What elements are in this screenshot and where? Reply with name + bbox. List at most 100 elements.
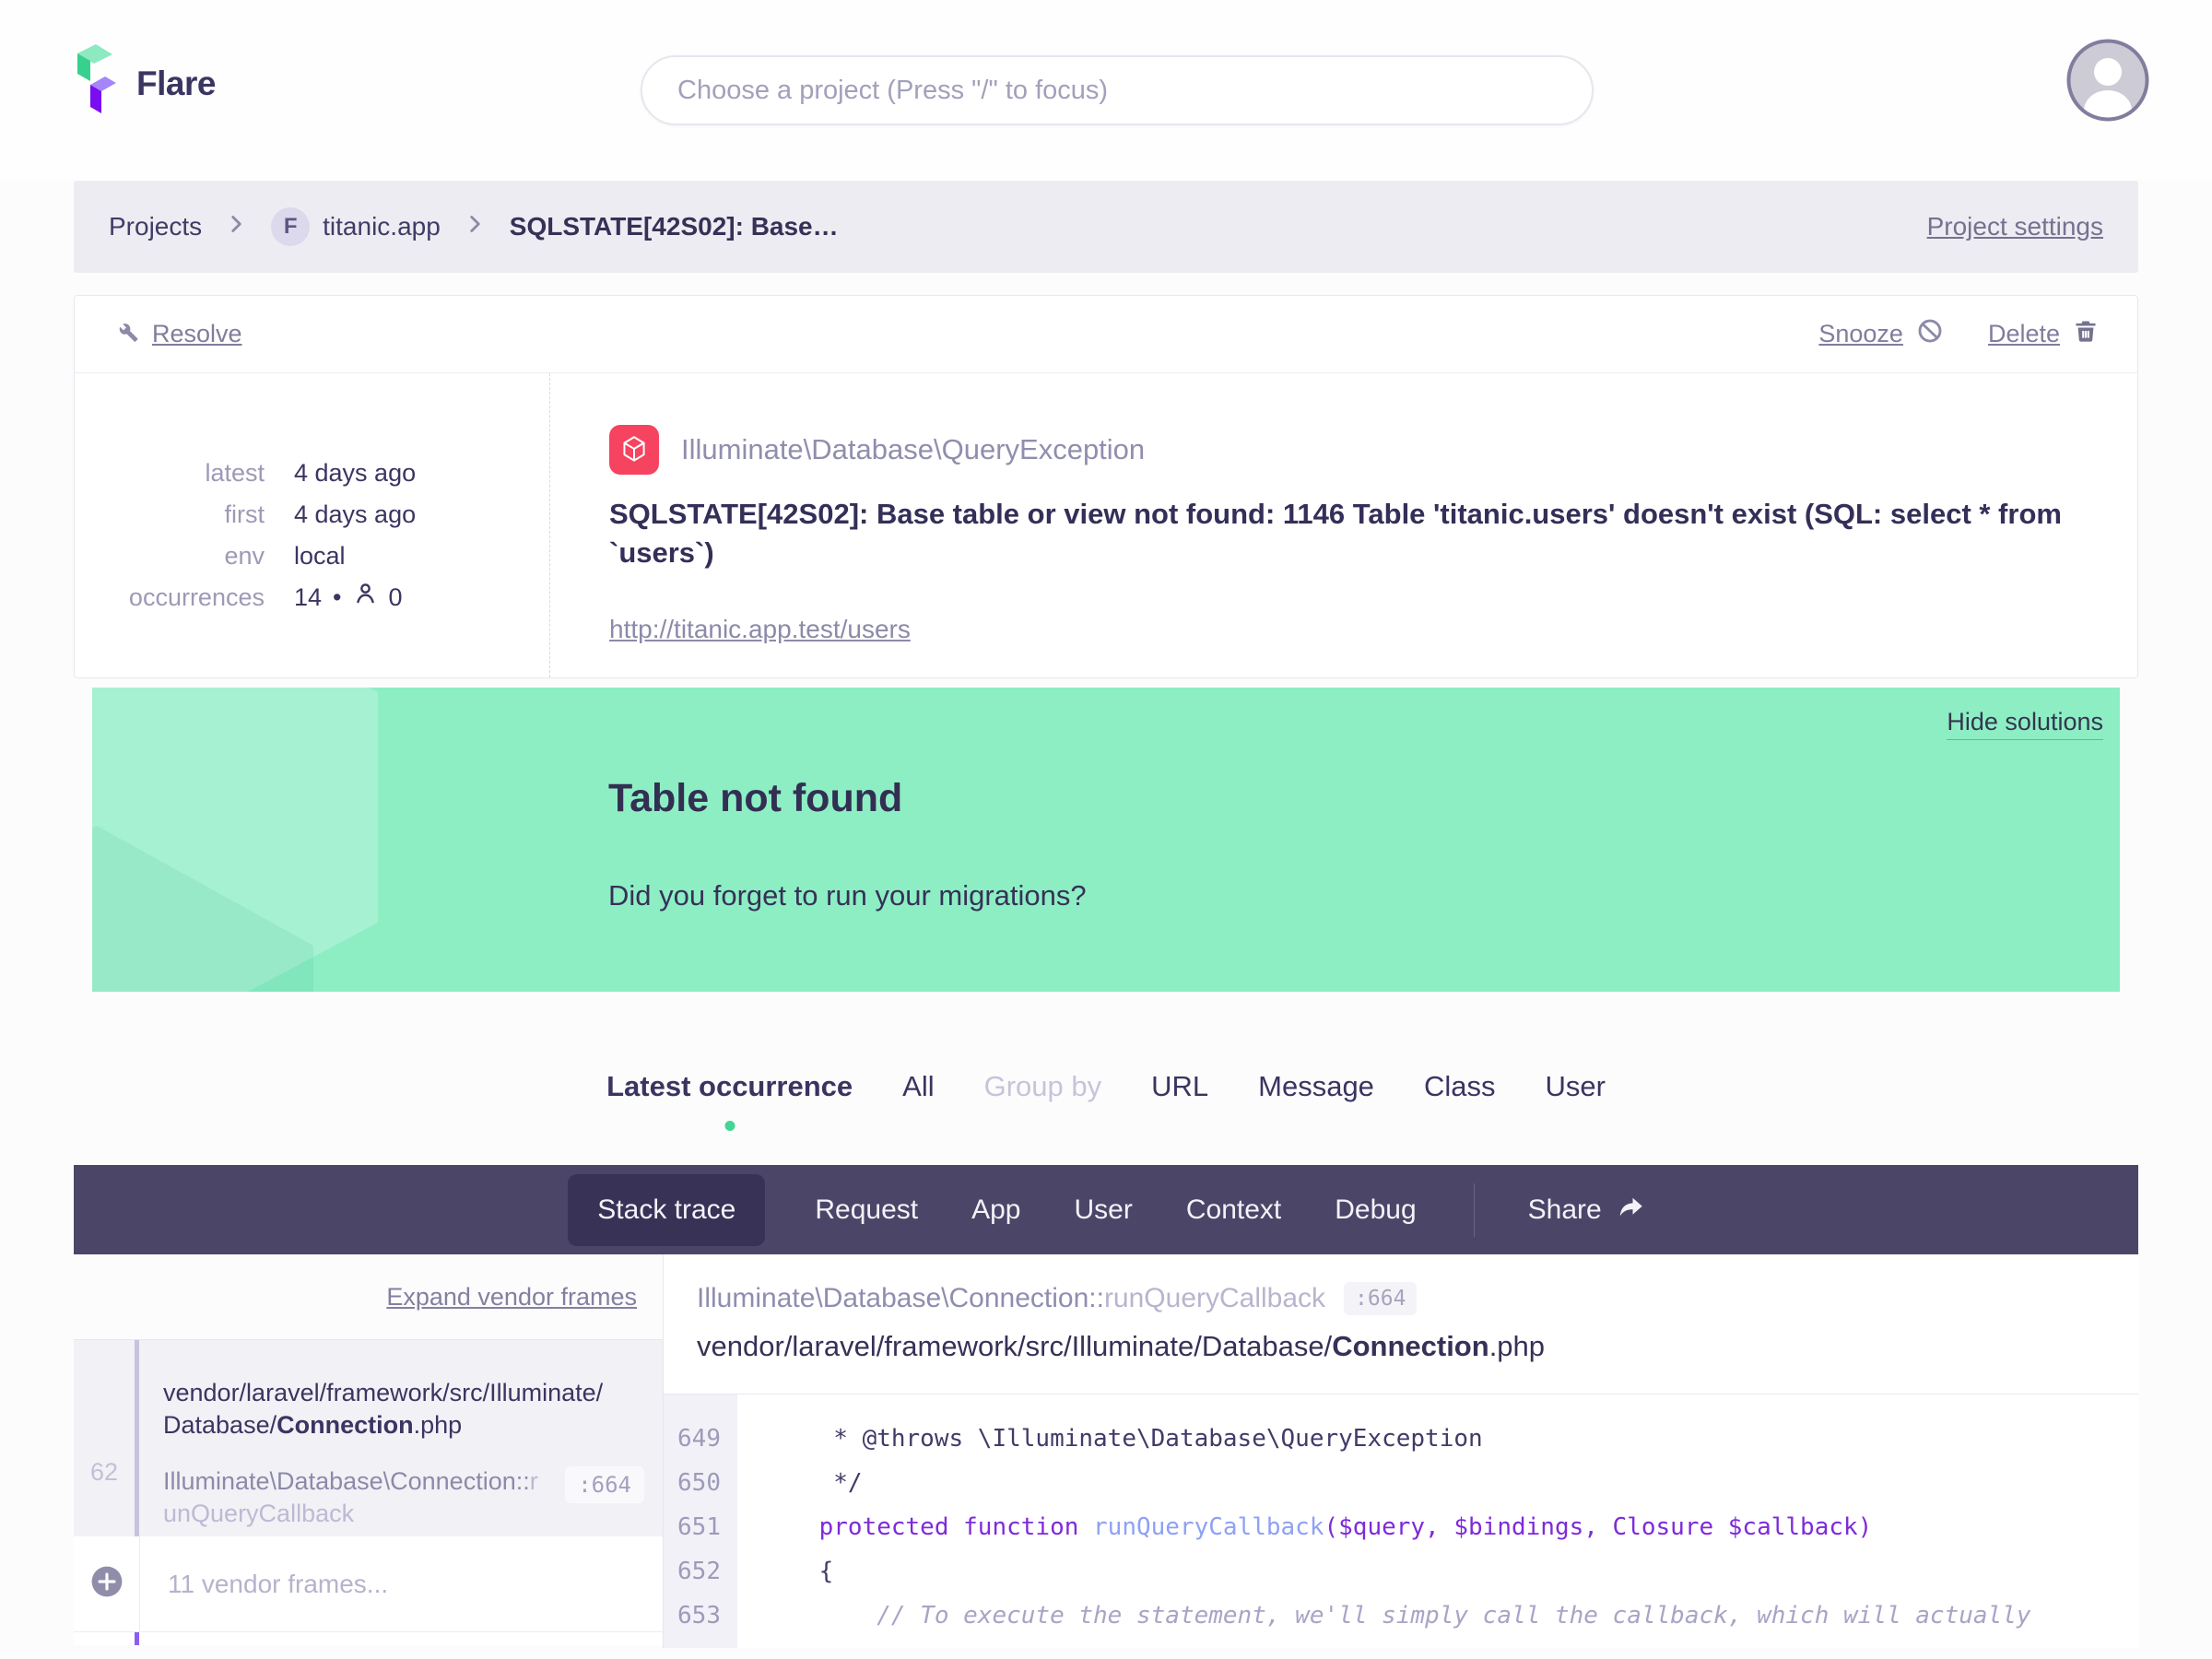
share-label: Share	[1527, 1194, 1602, 1225]
meta-row-first: first 4 days ago	[75, 494, 549, 535]
error-url-link[interactable]: http://titanic.app.test/users	[609, 615, 911, 644]
breadcrumb-project-label: titanic.app	[323, 212, 441, 241]
chevron-right-icon	[229, 212, 243, 241]
flare-logo-icon	[70, 42, 118, 124]
tab-group-url[interactable]: URL	[1151, 1070, 1208, 1103]
code-function-name: runQueryCallback	[1093, 1513, 1324, 1541]
meta-label: env	[224, 542, 265, 570]
hide-solutions-link[interactable]: Hide solutions	[1947, 708, 2103, 740]
breadcrumb-project[interactable]: F titanic.app	[271, 207, 441, 246]
code-line: 653 // To execute the statement, we'll s…	[664, 1594, 2138, 1638]
frame-content: vendor/laravel/framework/src/Illuminate/…	[139, 1340, 663, 1536]
expand-vendor-frames-link[interactable]: Expand vendor frames	[386, 1283, 637, 1312]
error-card-body: latest 4 days ago first 4 days ago env l…	[75, 373, 2137, 677]
occurrence-tabs: Latest occurrence All Group by URL Messa…	[0, 1051, 2212, 1131]
wrench-icon	[113, 318, 139, 350]
tab-request[interactable]: Request	[811, 1185, 922, 1235]
meta-label: first	[224, 500, 265, 528]
code-text: {	[761, 1558, 834, 1585]
brand-name: Flare	[136, 64, 216, 102]
meta-row-occurrences: occurrences 14 • 0	[75, 577, 549, 618]
code-line: 650 */	[664, 1461, 2138, 1505]
resolve-label: Resolve	[152, 320, 242, 347]
solution-title: Table not found	[608, 776, 903, 820]
delete-button[interactable]: Delete	[1988, 317, 2099, 351]
vendor-frames-label: 11 vendor frames...	[139, 1536, 663, 1631]
frame-method: Illuminate\Database\Connection::runQuery…	[163, 1465, 541, 1530]
frames-panel: Expand vendor frames 62 vendor/laravel/f…	[74, 1254, 664, 1648]
code-path-ext: .php	[1488, 1330, 1546, 1362]
stack-frame-next-partial[interactable]	[74, 1632, 663, 1645]
stack-frame-selected[interactable]: 62 vendor/laravel/framework/src/Illumina…	[74, 1340, 663, 1536]
search-input[interactable]	[641, 55, 1594, 125]
line-number: 652	[677, 1558, 721, 1585]
frames-header: Expand vendor frames	[74, 1254, 663, 1340]
code-path-file: Connection	[1332, 1330, 1489, 1362]
divider	[1473, 1182, 1475, 1237]
code-header-class: Illuminate\Database\Connection::runQuery…	[697, 1282, 2138, 1315]
code-text: * @throws \Illuminate\Database\QueryExce…	[761, 1425, 1483, 1453]
tab-context[interactable]: Context	[1182, 1185, 1285, 1235]
stack-trace-section: Expand vendor frames 62 vendor/laravel/f…	[74, 1254, 2138, 1648]
affected-users-count: 0	[388, 583, 403, 611]
app-header: Flare	[0, 0, 2212, 181]
line-number: 650	[677, 1469, 721, 1497]
error-message: SQLSTATE[42S02]: Base table or view not …	[609, 498, 2062, 569]
frame-path-ext: .php	[413, 1411, 463, 1439]
vendor-frames-row[interactable]: 11 vendor frames...	[74, 1536, 663, 1632]
occurrence-count: 14	[294, 583, 323, 611]
tab-app[interactable]: App	[968, 1185, 1024, 1235]
meta-value: local	[294, 542, 346, 570]
breadcrumb-error-title: SQLSTATE[42S02]: Base…	[509, 212, 839, 241]
group-by-label: Group by	[983, 1070, 1102, 1102]
brand-logo[interactable]: Flare	[70, 42, 216, 124]
meta-label: latest	[205, 459, 265, 487]
project-badge: F	[271, 207, 311, 246]
code-file-path: vendor/laravel/framework/src/Illuminate/…	[697, 1330, 2138, 1363]
code-class-prefix: Illuminate\Database\Connection::	[697, 1283, 1104, 1313]
project-settings-link[interactable]: Project settings	[1927, 212, 2103, 241]
error-actions: Resolve Snooze Delete	[75, 296, 2137, 373]
active-tab-indicator	[724, 1121, 735, 1131]
code-line: 649 * @throws \Illuminate\Database\Query…	[664, 1417, 2138, 1461]
code-line-number-badge: :664	[1344, 1282, 1418, 1315]
tab-latest-occurrence[interactable]: Latest occurrence	[606, 1070, 853, 1131]
snooze-button[interactable]: Snooze	[1818, 317, 1944, 351]
tab-user[interactable]: User	[1071, 1185, 1136, 1235]
avatar[interactable]	[2066, 39, 2149, 122]
tab-group-class[interactable]: Class	[1424, 1070, 1496, 1103]
trash-icon	[2073, 317, 2099, 351]
frame-class: Illuminate\Database\Connection::	[163, 1467, 530, 1495]
project-search	[641, 55, 1594, 125]
snooze-label: Snooze	[1818, 320, 1903, 347]
app-frame-indicator	[135, 1632, 139, 1645]
meta-label: occurrences	[128, 583, 265, 611]
code-method-name: runQueryCallback	[1103, 1283, 1326, 1313]
share-button[interactable]: Share	[1528, 1193, 1644, 1228]
occurrences-value: 14 • 0	[294, 577, 403, 618]
plus-icon[interactable]	[90, 1565, 124, 1603]
code-line: 651 protected function runQueryCallback(…	[664, 1505, 2138, 1549]
frame-file-path: vendor/laravel/framework/src/Illuminate/…	[163, 1377, 615, 1441]
exception-class: Illuminate\Database\QueryException	[681, 433, 1146, 465]
resolve-button[interactable]: Resolve	[113, 318, 242, 350]
exception-row: Illuminate\Database\QueryException	[609, 425, 2082, 475]
person-icon	[353, 577, 378, 618]
meta-row-latest: latest 4 days ago	[75, 453, 549, 494]
line-number: 653	[677, 1602, 721, 1630]
breadcrumb-projects[interactable]: Projects	[109, 212, 202, 241]
trace-nav: Stack trace Request App User Context Deb…	[74, 1165, 2138, 1254]
meta-value: 4 days ago	[294, 459, 417, 487]
tab-stack-trace[interactable]: Stack trace	[568, 1173, 766, 1246]
code-params: ($query, $bindings, Closure $callback)	[1324, 1513, 1873, 1541]
separator-dot: •	[333, 583, 342, 611]
tab-debug[interactable]: Debug	[1331, 1185, 1419, 1235]
tab-group-message[interactable]: Message	[1258, 1070, 1374, 1103]
laravel-icon	[609, 425, 659, 475]
tab-all[interactable]: All	[902, 1070, 934, 1103]
breadcrumb: Projects F titanic.app SQLSTATE[42S02]: …	[74, 181, 2138, 273]
code-text: */	[761, 1469, 863, 1497]
frame-path-file: Connection	[276, 1411, 414, 1439]
vendor-gutter	[74, 1536, 139, 1631]
tab-group-user[interactable]: User	[1545, 1070, 1605, 1103]
